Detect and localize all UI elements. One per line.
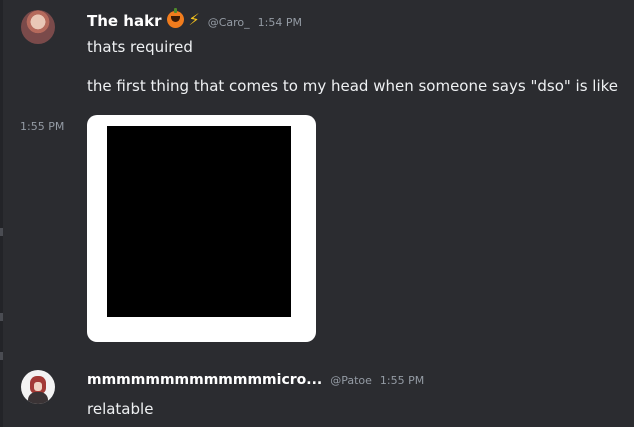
user-handle[interactable]: @Caro_ xyxy=(208,16,250,29)
image-attachment[interactable] xyxy=(87,115,316,342)
message-timestamp: 1:54 PM xyxy=(257,16,302,29)
message-header: The hakr ⚡ @Caro_ 1:54 PM xyxy=(87,8,302,30)
edge-marker xyxy=(0,352,3,360)
username[interactable]: mmmmmmmmmmmmmicro... xyxy=(87,372,322,388)
lightning-icon: ⚡ xyxy=(188,9,200,29)
hover-timestamp: 1:55 PM xyxy=(20,120,65,133)
message-header: mmmmmmmmmmmmmicro... @Patoe 1:55 PM xyxy=(87,372,424,388)
chat-message-list: The hakr ⚡ @Caro_ 1:54 PM thats required… xyxy=(0,0,634,427)
message-group: The hakr ⚡ @Caro_ 1:54 PM thats required… xyxy=(0,0,634,110)
message-text: thats required xyxy=(87,38,193,56)
message-text: relatable xyxy=(87,400,154,418)
avatar[interactable] xyxy=(21,10,55,44)
message-text: the first thing that comes to my head wh… xyxy=(87,77,618,95)
user-handle[interactable]: @Patoe xyxy=(330,374,372,387)
message-timestamp: 1:55 PM xyxy=(379,374,425,387)
avatar[interactable] xyxy=(21,370,55,404)
user-badges: ⚡ xyxy=(167,8,200,29)
avatar-body xyxy=(28,392,48,404)
image-content xyxy=(107,126,291,317)
username[interactable]: The hakr xyxy=(87,12,161,30)
pumpkin-icon xyxy=(167,8,185,28)
message-continuation: 1:55 PM xyxy=(0,112,634,348)
message-group: mmmmmmmmmmmmmicro... @Patoe 1:55 PM rela… xyxy=(0,364,634,427)
